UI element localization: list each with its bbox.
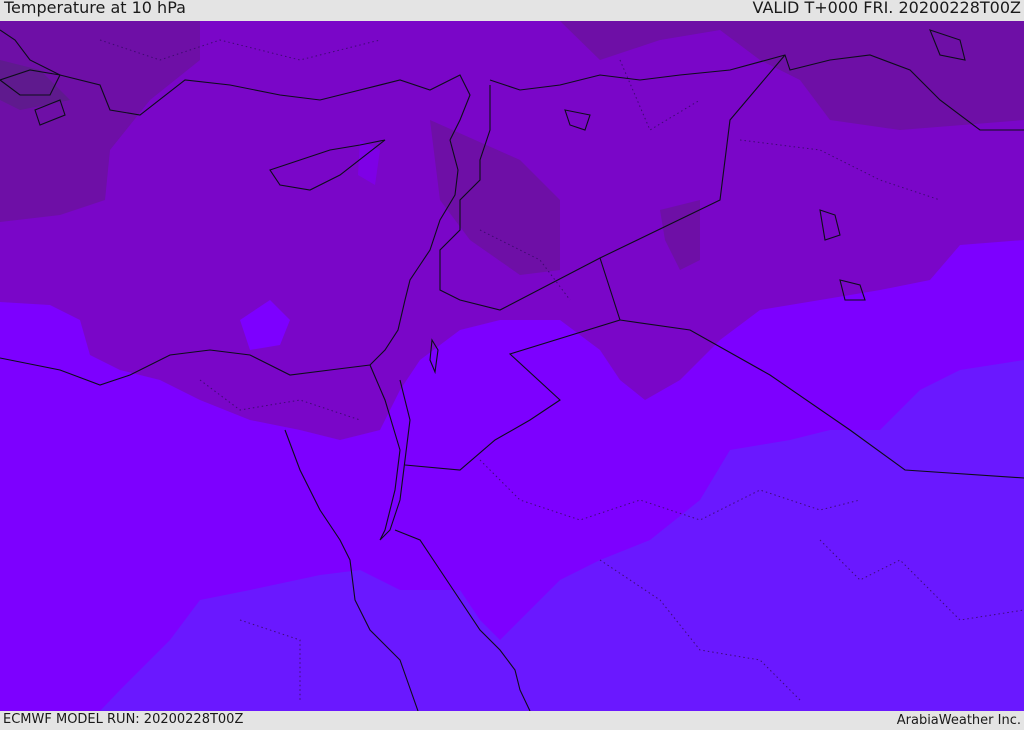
footer-bar: ECMWF MODEL RUN: 20200228T00Z ArabiaWeat… <box>0 711 1024 729</box>
valid-time: VALID T+000 FRI. 20200228T00Z <box>752 0 1021 17</box>
model-run: ECMWF MODEL RUN: 20200228T00Z <box>3 712 244 727</box>
header-bar: Temperature at 10 hPa VALID T+000 FRI. 2… <box>0 0 1024 21</box>
map-title: Temperature at 10 hPa <box>4 0 186 17</box>
temperature-map[interactable] <box>0 21 1024 711</box>
credit: ArabiaWeather Inc. <box>896 713 1021 728</box>
map-area[interactable] <box>0 21 1024 711</box>
